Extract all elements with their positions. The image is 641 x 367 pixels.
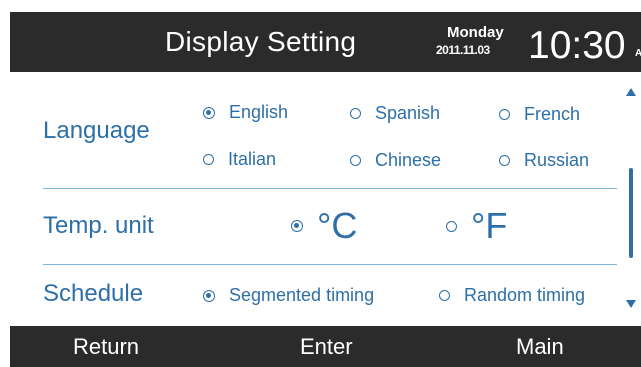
option-label: Spanish — [375, 103, 441, 123]
main-button[interactable]: Main — [516, 334, 564, 360]
section-divider — [43, 264, 617, 265]
clock-ampm: AM — [635, 48, 641, 59]
schedule-option-random[interactable]: Random timing — [439, 285, 585, 306]
scroll-thumb[interactable] — [629, 168, 633, 258]
header-bar: Display Setting Monday 2011.11.03 10:30 … — [10, 12, 641, 72]
schedule-option-segmented[interactable]: Segmented timing — [203, 285, 374, 306]
radio-selected-icon — [291, 220, 303, 232]
language-option-italian[interactable]: Italian — [203, 149, 276, 170]
footer-bar: Return Enter Main — [10, 326, 641, 367]
date-label: 2011.11.03 — [436, 43, 490, 57]
scroll-up-arrow-icon[interactable] — [626, 88, 636, 96]
settings-panel: Language English Spanish French Italian … — [0, 72, 641, 326]
option-label: °F — [471, 205, 508, 246]
radio-unselected-icon — [499, 109, 510, 120]
option-label: English — [229, 102, 289, 122]
section-divider — [43, 188, 617, 189]
schedule-label: Schedule — [43, 280, 144, 307]
language-label: Language — [43, 117, 150, 144]
radio-unselected-icon — [350, 155, 361, 166]
temp-unit-option-celsius[interactable]: °C — [291, 205, 357, 247]
radio-unselected-icon — [203, 154, 214, 165]
page-title: Display Setting — [165, 26, 357, 57]
radio-selected-icon — [203, 289, 215, 302]
language-option-french[interactable]: French — [499, 104, 580, 125]
language-option-chinese[interactable]: Chinese — [350, 150, 441, 171]
radio-selected-icon — [203, 106, 215, 119]
scrollbar[interactable] — [626, 88, 636, 308]
option-label: Russian — [524, 150, 590, 170]
language-option-english[interactable]: English — [203, 102, 288, 123]
enter-button[interactable]: Enter — [300, 334, 353, 360]
option-label: Italian — [228, 149, 277, 169]
option-label: Chinese — [375, 150, 442, 170]
language-option-spanish[interactable]: Spanish — [350, 103, 440, 124]
option-label: °C — [317, 205, 358, 246]
return-button[interactable]: Return — [73, 334, 139, 360]
option-label: Segmented timing — [229, 285, 375, 305]
option-label: Random timing — [464, 285, 586, 305]
language-option-russian[interactable]: Russian — [499, 150, 589, 171]
day-label: Monday — [447, 24, 504, 41]
radio-unselected-icon — [446, 220, 457, 232]
radio-unselected-icon — [499, 155, 510, 166]
temp-unit-option-fahrenheit[interactable]: °F — [446, 205, 507, 247]
radio-unselected-icon — [439, 290, 450, 301]
radio-unselected-icon — [350, 108, 361, 119]
temp-unit-label: Temp. unit — [43, 212, 154, 239]
scroll-down-arrow-icon[interactable] — [626, 300, 636, 308]
clock-time: 10:30 — [528, 24, 626, 67]
option-label: French — [524, 104, 581, 124]
